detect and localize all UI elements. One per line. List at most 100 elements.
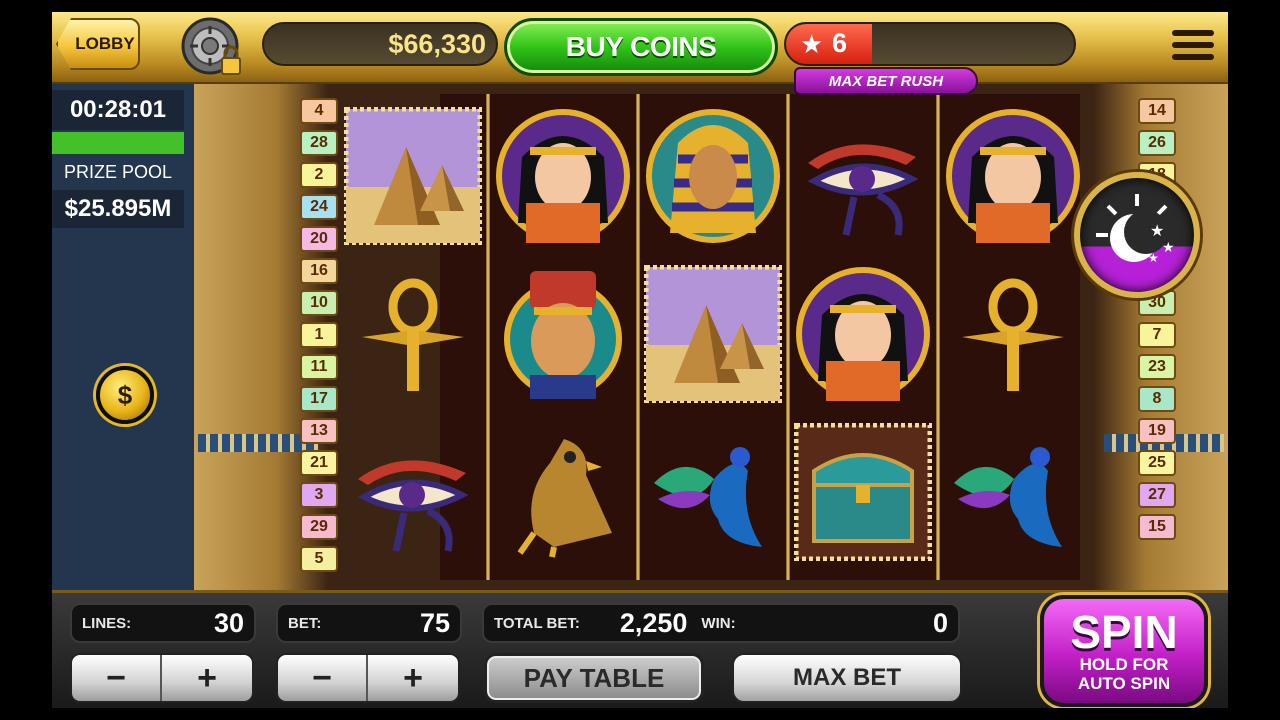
prize-pool-label: PRIZE POOL bbox=[63, 162, 173, 182]
reel-divider bbox=[636, 94, 640, 580]
payline-marker: 14 bbox=[1138, 98, 1176, 124]
payline-marker: 3 bbox=[300, 482, 338, 508]
top-bar: LOBBY $66,330 BUY COINS ★ 6 bbox=[52, 12, 1228, 84]
payline-marker: 26 bbox=[1138, 130, 1176, 156]
bet-label: BET: bbox=[288, 614, 322, 632]
winged-serpent-icon bbox=[640, 418, 786, 566]
max-bet-rush-label: MAX BET RUSH bbox=[828, 72, 944, 90]
payline-marker: 17 bbox=[300, 386, 338, 412]
max-bet-label: MAX BET bbox=[793, 664, 901, 691]
bet-value: 75 bbox=[419, 607, 450, 638]
eye-of-horus-icon bbox=[340, 418, 486, 566]
tournament-panel: 00:28:01 PRIZE POOL $25.895M $ bbox=[52, 84, 194, 590]
total-bet-win-display: TOTAL BET: 2,250 WIN: 0 bbox=[482, 603, 960, 643]
svg-text:★: ★ bbox=[1162, 240, 1175, 256]
cleopatra-icon bbox=[490, 102, 636, 250]
falcon-icon bbox=[490, 418, 636, 566]
payline-marker: 2 bbox=[300, 162, 338, 188]
payline-marker: 23 bbox=[1138, 354, 1176, 380]
reel-divider bbox=[486, 94, 490, 580]
lines-label: LINES: bbox=[82, 614, 132, 632]
vault-lock-icon[interactable] bbox=[180, 16, 244, 78]
pharaoh-red-icon bbox=[490, 260, 636, 408]
coin-symbol: $ bbox=[117, 379, 133, 410]
bet-decrease-button[interactable]: − bbox=[278, 655, 368, 701]
win-value: 0 bbox=[932, 607, 948, 638]
pharaoh-gold-icon bbox=[640, 102, 786, 250]
tournament-timer: 00:28:01 bbox=[52, 90, 184, 130]
buy-coins-button[interactable]: BUY COINS bbox=[504, 18, 778, 76]
spin-hold-line2: AUTO SPIN bbox=[1077, 674, 1171, 693]
payline-marker: 29 bbox=[300, 514, 338, 540]
reel-1 bbox=[340, 102, 486, 572]
reel-divider bbox=[786, 94, 790, 580]
coin-balance: $66,330 bbox=[262, 22, 498, 66]
payline-marker: 16 bbox=[300, 258, 338, 284]
payline-marker: 28 bbox=[300, 130, 338, 156]
max-bet-rush-banner[interactable]: MAX BET RUSH bbox=[794, 67, 978, 95]
hamburger-menu-icon[interactable] bbox=[1172, 30, 1214, 60]
bet-increase-button[interactable]: + bbox=[368, 655, 458, 701]
spin-label: SPIN bbox=[1070, 606, 1178, 658]
payline-marker: 24 bbox=[300, 194, 338, 220]
buy-coins-label: BUY COINS bbox=[565, 31, 717, 62]
payline-marker: 13 bbox=[300, 418, 338, 444]
payline-marker: 7 bbox=[1138, 322, 1176, 348]
ankh-icon bbox=[940, 260, 1086, 408]
total-bet-value: 2,250 bbox=[619, 607, 688, 638]
timer-progress-fill bbox=[52, 132, 184, 154]
lobby-label: LOBBY bbox=[75, 34, 135, 53]
payline-marker: 27 bbox=[1138, 482, 1176, 508]
prize-pool-value: $25.895M bbox=[52, 190, 184, 228]
cleopatra-icon bbox=[940, 102, 1086, 250]
slot-game-frame: LOBBY $66,330 BUY COINS ★ 6 MAX BET RUSH… bbox=[52, 12, 1228, 708]
timer-progress-bar bbox=[52, 132, 184, 154]
payline-marker: 4 bbox=[300, 98, 338, 124]
level-number: 6 bbox=[832, 28, 848, 58]
winged-serpent-icon bbox=[940, 418, 1086, 566]
payline-markers-left: 4 28 2 24 20 16 10 1 11 17 13 21 3 29 5 bbox=[300, 98, 338, 572]
spin-button[interactable]: SPIN HOLD FOR AUTO SPIN bbox=[1040, 595, 1208, 707]
eye-of-horus-icon bbox=[790, 102, 936, 250]
reel-4 bbox=[790, 102, 936, 572]
star-icon: ★ bbox=[800, 30, 824, 60]
moon-stars-bonus-icon[interactable]: ★ ★ ★ bbox=[1074, 172, 1200, 298]
level-progress-bar: ★ 6 bbox=[784, 22, 1076, 66]
lines-value: 30 bbox=[213, 607, 244, 638]
payline-marker: 25 bbox=[1138, 450, 1176, 476]
svg-text:★: ★ bbox=[1148, 251, 1159, 265]
svg-text:★: ★ bbox=[1150, 221, 1164, 240]
payline-marker: 19 bbox=[1138, 418, 1176, 444]
spin-hold-line1: HOLD FOR bbox=[1079, 655, 1169, 674]
lines-stepper: − + bbox=[70, 653, 254, 703]
bet-display: BET: 75 bbox=[276, 603, 462, 643]
reel-area: 4282242016101111713213295 14261822129307… bbox=[194, 84, 1228, 590]
pyramids-icon bbox=[640, 260, 786, 408]
lines-decrease-button[interactable]: − bbox=[72, 655, 162, 701]
payline-marker: 21 bbox=[300, 450, 338, 476]
reel-divider bbox=[936, 94, 940, 580]
payline-marker: 15 bbox=[1138, 514, 1176, 540]
pay-table-button[interactable]: PAY TABLE bbox=[484, 653, 704, 703]
max-bet-button[interactable]: MAX BET bbox=[732, 653, 962, 703]
dollar-coin-icon[interactable]: $ bbox=[96, 366, 154, 424]
pyramids-icon bbox=[340, 102, 486, 250]
lines-display: LINES: 30 bbox=[70, 603, 256, 643]
reel-5 bbox=[940, 102, 1086, 572]
payline-marker: 8 bbox=[1138, 386, 1176, 412]
ankh-icon bbox=[340, 260, 486, 408]
total-bet-label: TOTAL BET: bbox=[494, 614, 580, 632]
payline-marker: 10 bbox=[300, 290, 338, 316]
payline-marker: 11 bbox=[300, 354, 338, 380]
pay-table-label: PAY TABLE bbox=[523, 662, 665, 693]
win-label: WIN: bbox=[701, 614, 736, 632]
payline-marker: 20 bbox=[300, 226, 338, 252]
reel-2 bbox=[490, 102, 636, 572]
level-progress-fill bbox=[786, 24, 873, 64]
lines-increase-button[interactable]: + bbox=[162, 655, 252, 701]
payline-markers-right: 1426182212930723819252715 bbox=[1138, 98, 1176, 540]
treasure-chest-icon bbox=[790, 418, 936, 566]
lobby-button[interactable]: LOBBY bbox=[56, 18, 140, 70]
payline-marker: 1 bbox=[300, 322, 338, 348]
cleopatra-icon bbox=[790, 260, 936, 408]
